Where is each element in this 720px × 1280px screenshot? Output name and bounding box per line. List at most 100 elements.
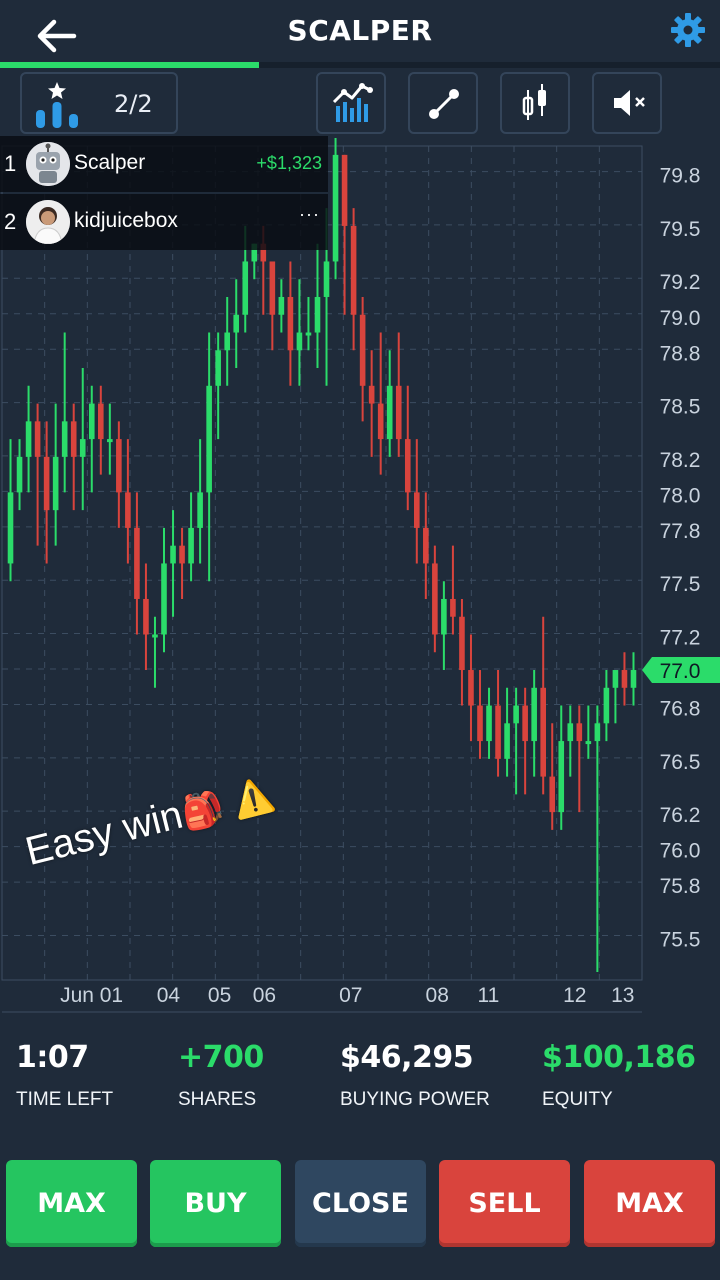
buying-power-value: $46,295	[340, 1040, 474, 1075]
candle-body	[513, 705, 519, 724]
candle-body	[567, 723, 574, 742]
candle-body	[143, 598, 149, 635]
candle-body	[549, 776, 556, 813]
current-price-label: 77.0	[660, 660, 701, 683]
candle-body	[206, 385, 212, 493]
date-tick-label: 12	[563, 984, 586, 1007]
candle-body	[386, 385, 393, 440]
candle-body	[98, 403, 104, 440]
price-tick-label: 77.2	[660, 626, 701, 649]
time-left-value: 1:07	[16, 1040, 89, 1075]
indicators-icon	[332, 83, 373, 122]
price-tick-label: 78.5	[660, 396, 701, 419]
buying-power-stat: $46,295 BUYING POWER	[340, 1040, 490, 1111]
candle-body	[269, 261, 276, 315]
leaderboard-row[interactable]: 2 kidjuicebox ···	[0, 194, 328, 250]
candle-body	[179, 545, 185, 564]
date-tick-label: 05	[208, 984, 231, 1007]
candle-body	[34, 421, 41, 457]
candle-body	[61, 421, 68, 457]
candle-body	[585, 741, 592, 745]
candle-body	[7, 492, 14, 564]
candle-body	[305, 332, 312, 336]
candle-body	[558, 741, 565, 813]
candle-body	[522, 705, 528, 742]
candle-body	[468, 670, 474, 706]
candle-body	[16, 456, 23, 493]
candle-body	[278, 296, 285, 315]
candlestick-icon	[522, 84, 546, 120]
leaderboard-row[interactable]: 1 Scalper +$1,323	[0, 136, 328, 192]
date-tick-label: 06	[253, 984, 276, 1007]
time-progress-fill	[0, 62, 260, 68]
line-tool-icon	[429, 89, 459, 119]
candle-body	[531, 687, 537, 742]
candle-body	[576, 723, 583, 742]
candle-body	[603, 687, 610, 724]
more-options[interactable]: ···	[299, 204, 320, 225]
date-tick-label: 08	[426, 984, 449, 1007]
candlestick-chart[interactable]: 79.8 79.5 79.2 79.0 78.8 78.5 78.2 78.0 77.8 77.5…	[0, 138, 720, 1018]
date-tick-label: 04	[157, 984, 181, 1007]
time-progress-bar	[0, 62, 720, 68]
indicators-button[interactable]	[316, 72, 386, 134]
candle-body	[116, 439, 122, 493]
candle-body	[161, 563, 167, 635]
app-root: SCALPER 2/2 79.8 79.5 79.2 79.0 78.8 78.…	[0, 0, 720, 1280]
price-tick-label: 79.0	[660, 307, 701, 330]
candle-body	[612, 670, 619, 688]
chart-type-button[interactable]	[500, 72, 570, 134]
candle-body	[70, 421, 77, 457]
date-tick-label: Jun 01	[60, 984, 123, 1007]
max-buy-button[interactable]: MAX	[6, 1160, 137, 1247]
price-tick-label: 78.8	[660, 342, 701, 365]
equity-stat: $100,186 EQUITY	[542, 1040, 696, 1111]
candle-body	[107, 439, 113, 443]
candle-body	[486, 705, 492, 742]
candle-body	[414, 492, 420, 528]
top-bar: SCALPER	[0, 0, 720, 62]
candle-body	[88, 403, 95, 440]
account-stats: 1:07 TIME LEFT +700 SHARES $46,295 BUYIN…	[0, 1040, 720, 1140]
candle-body	[287, 296, 294, 351]
candle-body	[441, 598, 447, 635]
candle-body	[368, 385, 375, 404]
price-tick-label: 79.8	[660, 165, 701, 188]
price-tick-label: 79.5	[660, 218, 701, 241]
line-tool-button[interactable]	[408, 72, 478, 134]
candle-body	[395, 385, 402, 440]
price-tick-label: 76.5	[660, 751, 701, 774]
price-chart[interactable]: 79.8 79.5 79.2 79.0 78.8 78.5 78.2 78.0 77.8 77.5…	[0, 138, 720, 1018]
candle-body	[495, 705, 501, 759]
candle-body	[404, 439, 411, 493]
price-tick-label: 76.8	[660, 698, 701, 721]
time-left-stat: 1:07 TIME LEFT	[16, 1040, 113, 1111]
leaderboard-button[interactable]: 2/2	[20, 72, 178, 134]
date-tick-label: 07	[339, 984, 362, 1007]
sell-button[interactable]: SELL	[439, 1160, 570, 1247]
page-title: SCALPER	[287, 14, 433, 47]
close-position-button[interactable]: CLOSE	[295, 1160, 426, 1247]
price-tick-label: 79.2	[660, 271, 701, 294]
candle-body	[377, 403, 384, 440]
rank-counter: 2/2	[114, 90, 153, 118]
sound-toggle-button[interactable]	[592, 72, 662, 134]
leaderboard-name: Scalper	[74, 151, 146, 174]
shares-value: +700	[178, 1040, 264, 1075]
candle-body	[79, 439, 86, 457]
date-tick-label: 13	[611, 984, 634, 1007]
candle-body	[152, 634, 158, 638]
max-sell-button[interactable]: MAX	[584, 1160, 715, 1247]
candle-body	[621, 670, 628, 688]
date-axis: Jun 01 04 05 06 07 08 11 12 13	[2, 984, 642, 1013]
candle-body	[233, 314, 240, 333]
candle-body	[332, 154, 339, 262]
price-tick-label: 77.5	[660, 573, 701, 596]
buying-power-label: BUYING POWER	[340, 1089, 490, 1110]
settings-button[interactable]	[668, 10, 708, 50]
price-tick-label: 77.8	[660, 520, 701, 543]
candle-body	[594, 723, 601, 742]
price-tick-label: 75.5	[660, 928, 701, 951]
buy-button[interactable]: BUY	[150, 1160, 281, 1247]
candle-body	[43, 456, 50, 511]
